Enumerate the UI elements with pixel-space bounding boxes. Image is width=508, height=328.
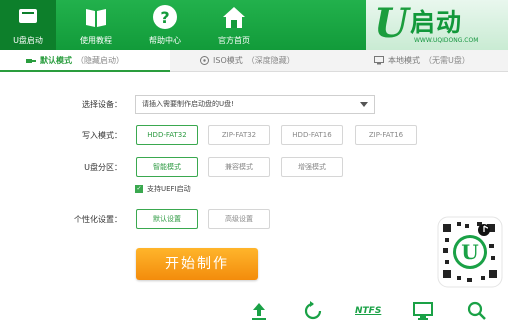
- tab-sublabel: （深度隐藏）: [246, 56, 295, 65]
- tab-label: 默认模式: [40, 56, 72, 65]
- start-make-button[interactable]: 开始制作: [136, 248, 258, 280]
- uefi-checkbox[interactable]: ✓: [135, 185, 143, 193]
- upload-icon[interactable]: [248, 300, 270, 322]
- logo-site: WWW.UQIDONG.COM: [414, 37, 479, 44]
- refresh-icon[interactable]: [302, 300, 324, 322]
- top-nav-bar: U盘启动 使用教程 ? 帮助中心 官方首页 U 启动 WWW.UQIDONG.C…: [0, 0, 508, 50]
- usb-drive-icon: [19, 9, 37, 23]
- logo-letter: U: [374, 0, 409, 47]
- personalize-label: 个性化设置：: [74, 215, 122, 224]
- disc-icon: [200, 56, 209, 65]
- tab-label: 本地模式: [388, 56, 420, 65]
- tab-local-mode[interactable]: 本地模式 （无需U盘）: [374, 50, 508, 72]
- device-select-value: 请插入需要制作启动盘的U盘!: [142, 100, 234, 108]
- home-icon: [223, 7, 245, 28]
- write-mode-hdd-fat32[interactable]: HDD-FAT32: [136, 125, 198, 145]
- nav-label: 官方首页: [218, 36, 250, 45]
- ntfs-icon[interactable]: NTFS: [355, 300, 381, 322]
- search-icon[interactable]: [466, 300, 488, 322]
- usb-plug-icon: [26, 58, 36, 63]
- footer-status: [0, 320, 150, 328]
- svg-text:U: U: [461, 240, 478, 264]
- tab-sublabel: （隐藏启动）: [76, 56, 124, 65]
- personalize-advanced-button[interactable]: 高级设置: [208, 209, 270, 229]
- nav-home[interactable]: 官方首页: [206, 0, 262, 50]
- tab-default-mode[interactable]: 默认模式 （隐藏启动）: [0, 50, 170, 72]
- nav-help-center[interactable]: ? 帮助中心: [137, 0, 193, 50]
- nav-label: 使用教程: [80, 36, 112, 45]
- device-select[interactable]: 请插入需要制作启动盘的U盘!: [135, 95, 375, 114]
- nav-label: 帮助中心: [149, 36, 181, 45]
- nav-usb-boot[interactable]: U盘启动: [0, 0, 56, 50]
- nav-label: U盘启动: [13, 36, 43, 45]
- qr-code-badge[interactable]: U: [437, 216, 503, 288]
- monitor-icon: [374, 56, 384, 65]
- tab-sublabel: （无需U盘）: [424, 56, 470, 65]
- logo-name: 启动: [410, 8, 463, 37]
- brand-logo: U 启动 WWW.UQIDONG.COM: [366, 0, 508, 50]
- write-mode-zip-fat16[interactable]: ZIP-FAT16: [355, 125, 417, 145]
- write-mode-hdd-fat16[interactable]: HDD-FAT16: [281, 125, 343, 145]
- partition-compatible-mode[interactable]: 兼容模式: [208, 157, 270, 177]
- tab-iso-mode[interactable]: ISO模式 （深度隐藏）: [200, 50, 350, 72]
- help-icon: ?: [153, 5, 177, 29]
- app-window: U盘启动 使用教程 ? 帮助中心 官方首页 U 启动 WWW.UQIDONG.C…: [0, 0, 508, 328]
- mode-tabs: 默认模式 （隐藏启动） ISO模式 （深度隐藏） 本地模式 （无需U盘）: [0, 50, 508, 72]
- monitor-icon[interactable]: [412, 300, 434, 322]
- book-icon: [86, 9, 106, 27]
- tab-label: ISO模式: [213, 56, 243, 65]
- nav-tutorial[interactable]: 使用教程: [68, 0, 124, 50]
- partition-smart-mode[interactable]: 智能模式: [136, 157, 198, 177]
- device-label: 选择设备：: [82, 100, 122, 109]
- write-mode-zip-fat32[interactable]: ZIP-FAT32: [208, 125, 270, 145]
- partition-label: U盘分区：: [84, 163, 122, 172]
- write-mode-label: 写入模式：: [82, 131, 122, 140]
- partition-enhanced-mode[interactable]: 增强模式: [281, 157, 343, 177]
- uefi-checkbox-label: 支持UEFI启动: [147, 185, 191, 193]
- personalize-default-button[interactable]: 默认设置: [136, 209, 198, 229]
- svg-text:?: ?: [160, 8, 169, 27]
- chevron-down-icon: [360, 102, 368, 107]
